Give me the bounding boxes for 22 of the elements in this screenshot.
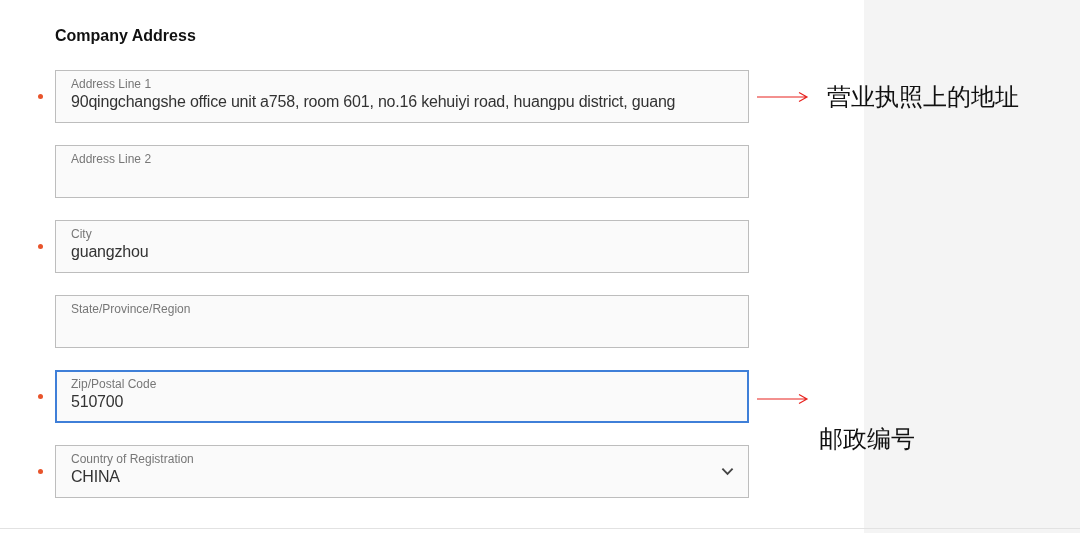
text-field[interactable]: State/Province/Region bbox=[55, 295, 749, 348]
field-label: Address Line 1 bbox=[71, 77, 153, 92]
field-label: Zip/Postal Code bbox=[71, 377, 158, 392]
field-label: City bbox=[71, 227, 93, 242]
text-field[interactable]: City guangzhou bbox=[55, 220, 749, 273]
text-field[interactable]: Address Line 1 90qingchangshe office unit a758, room 601, no.16 kehuiyi road, huangpu district, guang bbox=[55, 70, 749, 123]
dropdown-field[interactable]: Country of Registration CHINA bbox=[55, 445, 749, 498]
text-field[interactable]: Address Line 2 bbox=[55, 145, 749, 198]
annotation-text: 邮政编号 bbox=[819, 424, 915, 454]
field-value: 90qingchangshe office unit a758, room 601, no.16 kehuiyi road, huangpu district, guang bbox=[71, 92, 677, 112]
annotation-arrow bbox=[757, 393, 809, 405]
field-value: CHINA bbox=[71, 467, 121, 487]
chevron-down-icon bbox=[721, 467, 734, 476]
field-label: Country of Registration bbox=[71, 452, 195, 467]
text-field[interactable]: Zip/Postal Code 510700 bbox=[55, 370, 749, 423]
field-label: Address Line 2 bbox=[71, 152, 153, 167]
annotation-arrow bbox=[757, 90, 809, 103]
field-value: 510700 bbox=[71, 392, 125, 412]
annotation-text: 营业执照上的地址 bbox=[827, 81, 1019, 112]
field-label: State/Province/Region bbox=[71, 302, 192, 317]
field-value: guangzhou bbox=[71, 242, 150, 262]
section-title: Company Address bbox=[55, 26, 197, 46]
